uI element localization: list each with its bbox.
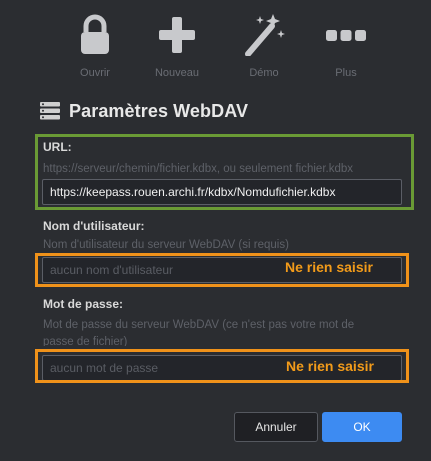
username-hint: Nom d'utilisateur du serveur WebDAV (si … [43,239,289,251]
ok-button[interactable]: OK [322,412,402,442]
password-hint-line1: Mot de passe du serveur WebDAV (ce n'est… [43,319,355,331]
lock-icon [81,14,109,54]
dialog-title: Paramètres WebDAV [69,100,249,121]
cancel-button[interactable]: Annuler [234,412,318,442]
open-button[interactable]: Ouvrir [60,12,130,79]
username-note: Ne rien saisir [285,259,373,275]
new-label: Nouveau [154,67,200,79]
url-label: URL: [43,140,72,154]
dialog-header: Paramètres WebDAV [40,99,248,123]
server-icon [40,102,60,120]
password-note: Ne rien saisir [286,358,374,374]
more-label: Plus [335,67,357,79]
demo-button[interactable]: Démo [229,12,299,79]
demo-label: Démo [249,67,279,79]
new-button[interactable]: Nouveau [142,12,212,79]
more-icon [326,30,366,41]
more-button[interactable]: Plus [311,12,381,79]
toolbar: Ouvrir Nouveau Démo Plus [0,0,431,92]
plus-icon [159,17,195,53]
password-label: Mot de passe: [43,297,124,311]
username-label: Nom d'utilisateur: [43,219,145,233]
password-hint-line2: passe de fichier) [43,336,128,346]
url-hint: https://serveur/chemin/fichier.kdbx, ou … [43,163,354,175]
url-input[interactable] [42,179,402,205]
magic-wand-icon [245,14,285,56]
open-label: Ouvrir [80,67,110,79]
